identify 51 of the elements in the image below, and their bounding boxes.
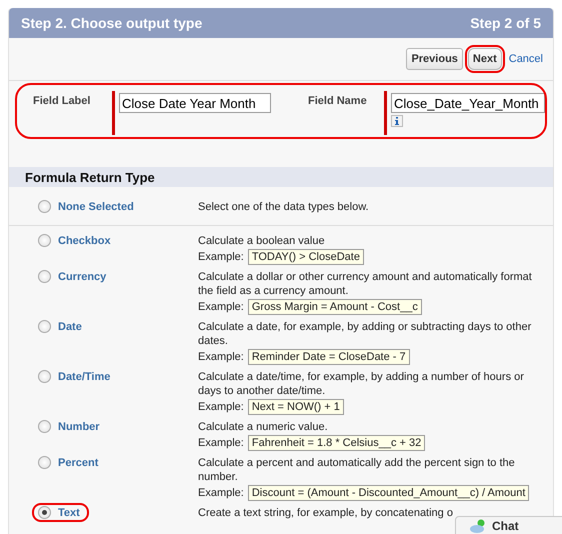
chat-bubble-icon (470, 519, 486, 533)
field-label: Field Name (307, 94, 368, 107)
type-label[interactable]: Percent (58, 456, 98, 468)
type-label[interactable]: Checkbox (58, 234, 111, 246)
example-label: Example: (198, 250, 244, 264)
radio-button[interactable] (38, 234, 51, 247)
info-button[interactable] (391, 115, 403, 127)
chat-widget[interactable]: Chat (455, 516, 562, 534)
radio-button[interactable] (38, 506, 51, 519)
cancel-link[interactable]: Cancel (508, 53, 543, 65)
type-description: Calculate a percent and automatically add the percent sign to the number. (198, 456, 516, 484)
text-input[interactable]: Close Date Year Month (119, 93, 271, 113)
radio-button[interactable] (38, 320, 51, 333)
radio-button[interactable] (38, 370, 51, 383)
example-formula: Reminder Date = CloseDate - 7 (248, 349, 410, 365)
previous-button[interactable]: Previous (406, 48, 463, 70)
info-icon (394, 117, 400, 125)
type-label[interactable]: None Selected (58, 200, 134, 212)
type-description: Select one of the data types below. (198, 200, 370, 214)
next-button[interactable]: Next (468, 48, 502, 70)
example-label: Example: (198, 486, 244, 500)
radio-button[interactable] (38, 270, 51, 283)
example-label: Example: (198, 300, 244, 314)
example-formula: Gross Margin = Amount - Cost__c (248, 299, 422, 315)
type-description: Calculate a boolean value (198, 234, 326, 248)
type-label[interactable]: Date (58, 320, 82, 332)
example-formula: Next = NOW() + 1 (248, 399, 344, 415)
type-description: Calculate a date, for example, by adding or subtracting days to other dates. (198, 320, 532, 348)
radio-button[interactable] (38, 200, 51, 213)
example-formula: Discount = (Amount - Discounted_Amount__c) / Amount (248, 485, 530, 501)
chat-label: Chat (492, 519, 519, 533)
example-label: Example: (198, 350, 244, 364)
radio-button[interactable] (38, 420, 51, 433)
text-input[interactable]: Close_Date_Year_Month (391, 93, 545, 113)
example-label: Example: (198, 436, 244, 450)
example-formula: Fahrenheit = 1.8 * Celsius__c + 32 (248, 435, 426, 451)
type-description: Calculate a date/time, for example, by adding a number of hours or days to another date/time. (198, 370, 525, 398)
type-label[interactable]: Currency (58, 270, 106, 282)
step-title: Step 2. Choose output type (21, 15, 202, 31)
example-label: Example: (198, 400, 244, 414)
field-label: Field Label (32, 94, 92, 107)
type-label[interactable]: Number (58, 420, 100, 432)
section-title: Formula Return Type (25, 170, 155, 184)
type-description: Create a text string, for example, by concatenating o (198, 506, 454, 520)
type-description: Calculate a dollar or other currency amount and automatically format the field as a currency amount. (198, 270, 533, 298)
type-label[interactable]: Text (58, 506, 80, 518)
radio-button[interactable] (38, 456, 51, 469)
type-description: Calculate a numeric value. (198, 420, 329, 434)
example-formula: TODAY() > CloseDate (248, 249, 364, 265)
step-counter: Step 2 of 5 (470, 15, 541, 31)
type-label[interactable]: Date/Time (58, 370, 110, 382)
